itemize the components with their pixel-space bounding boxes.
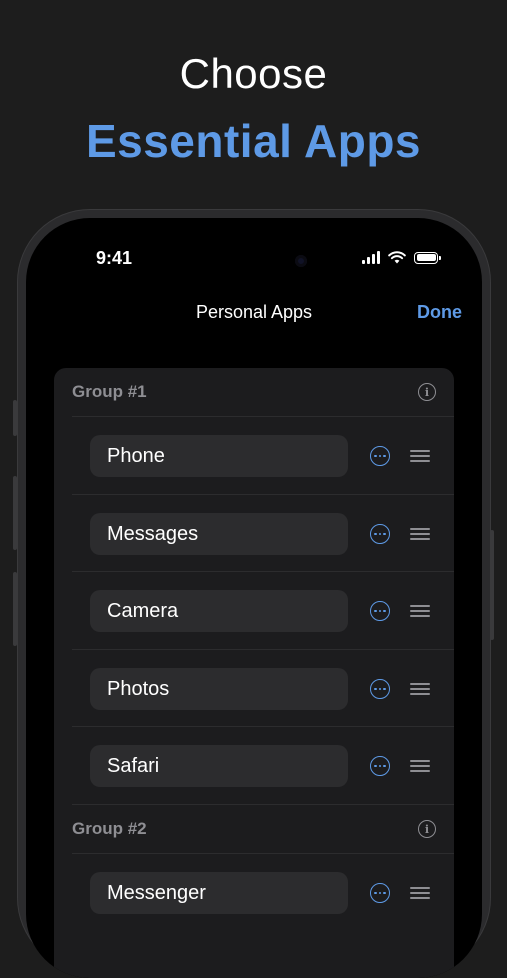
app-name-field[interactable]: Camera (90, 590, 348, 632)
group-title: Group #2 (72, 819, 147, 838)
power-button (490, 530, 494, 640)
promo-title-line-2: Essential Apps (85, 115, 422, 167)
divider (72, 649, 454, 650)
app-name-field[interactable]: Messages (90, 513, 348, 555)
drag-handle-icon[interactable] (410, 887, 430, 899)
group-header: Group #1 i (72, 368, 436, 416)
more-options-icon[interactable] (370, 524, 390, 544)
list-item: Messenger (90, 872, 436, 914)
list-item: Camera (90, 590, 436, 632)
volume-down-button (13, 572, 17, 646)
nav-title: Personal Apps (195, 302, 313, 322)
more-options-icon[interactable] (370, 883, 390, 903)
app-name-field[interactable]: Phone (90, 435, 348, 477)
volume-up-button (13, 476, 17, 550)
app-name-field[interactable]: Photos (90, 668, 348, 710)
group-title: Group #1 (72, 382, 147, 401)
drag-handle-icon[interactable] (410, 760, 430, 772)
promo-title-line-1: Choose (179, 50, 328, 97)
divider (72, 571, 454, 572)
app-name-field[interactable]: Safari (90, 745, 348, 787)
list-item: Photos (90, 668, 436, 710)
status-icons (362, 251, 441, 264)
drag-handle-icon[interactable] (410, 683, 430, 695)
more-options-icon[interactable] (370, 601, 390, 621)
phone-screen: 9:41 Personal Apps Done Group #1 i Phone (26, 218, 482, 978)
list-item: Messages (90, 513, 436, 555)
divider (72, 416, 454, 417)
apps-list-card: Group #1 i Phone Messages Camera Photos (54, 368, 454, 978)
app-name-field[interactable]: Messenger (90, 872, 348, 914)
info-icon[interactable]: i (418, 820, 436, 838)
drag-handle-icon[interactable] (410, 605, 430, 617)
battery-icon (414, 251, 441, 264)
divider (72, 494, 454, 495)
silent-switch (13, 400, 17, 436)
more-options-icon[interactable] (370, 446, 390, 466)
signal-icon (362, 251, 380, 264)
more-options-icon[interactable] (370, 756, 390, 776)
divider (72, 726, 454, 727)
more-options-icon[interactable] (370, 679, 390, 699)
status-time: 9:41 (96, 248, 133, 268)
group-header: Group #2 i (72, 805, 436, 853)
list-item: Phone (90, 435, 436, 477)
wifi-icon (388, 251, 406, 264)
drag-handle-icon[interactable] (410, 450, 430, 462)
front-camera (295, 255, 307, 267)
done-button[interactable]: Done (417, 302, 462, 323)
divider (72, 853, 454, 854)
info-icon[interactable]: i (418, 383, 436, 401)
drag-handle-icon[interactable] (410, 528, 430, 540)
list-item: Safari (90, 745, 436, 787)
